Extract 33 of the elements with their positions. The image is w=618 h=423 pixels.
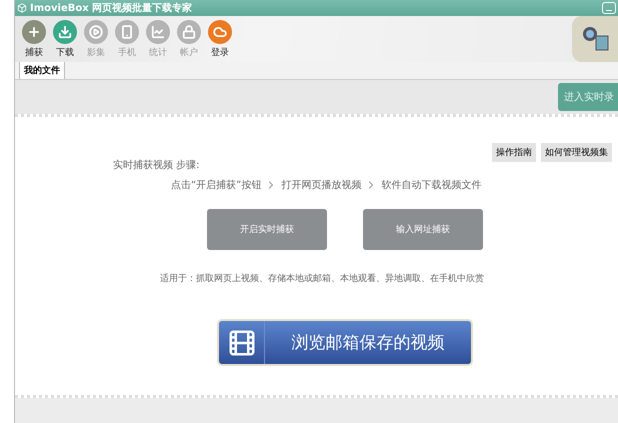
toolbar-icon [208,20,232,44]
browse-videos-button[interactable]: 浏览邮箱保存的视频 [217,319,473,366]
usage-text: 适用于：抓取网页上视频、存储本地或邮箱、本地观看、异地调取、在手机中欣赏 [160,272,485,285]
app-logo-icon [17,3,27,13]
capture-button[interactable]: 输入网址捕获 [363,209,483,250]
steps-title: 实时捕获视频 步骤: [113,158,201,172]
toolbar-label: 影集 [87,46,105,58]
toolbar-label: 统计 [149,46,167,58]
toolbar-item[interactable]: 捕获 [21,20,47,58]
capture-button[interactable]: 开启实时捕获 [207,209,327,250]
step-text: 点击“开启捕获”按钮 [171,178,262,192]
toolbar-label: 下载 [56,46,74,58]
toolbar-item[interactable]: 下载 [52,20,78,58]
step-text: 打开网页播放视频 [281,178,362,192]
step-text: 软件自动下载视频文件 [381,178,482,192]
toolbar-icon [53,20,77,44]
toolbar-label: 手机 [118,46,136,58]
minimize-button[interactable] [602,2,616,14]
toolbar-label: 帐户 [180,46,198,58]
toolbar-icon [115,20,139,44]
toolbar-item[interactable]: 登录 [207,20,233,58]
toolbar-icon [84,20,108,44]
help-button[interactable]: 操作指南 [492,143,536,162]
window-title: ImovieBox 网页视频批量下载专家 [30,1,194,15]
toolbar-label: 登录 [211,46,229,58]
tab[interactable]: 我的文件 [19,61,65,79]
toolbar-label: 捕获 [25,46,43,58]
toolbar-icon [22,20,46,44]
film-icon [226,328,256,358]
help-button[interactable]: 如何管理视频集 [541,143,612,162]
camera-mascot-drawing [572,16,618,62]
toolbar-icon [146,20,170,44]
toolbar-icon [177,20,201,44]
